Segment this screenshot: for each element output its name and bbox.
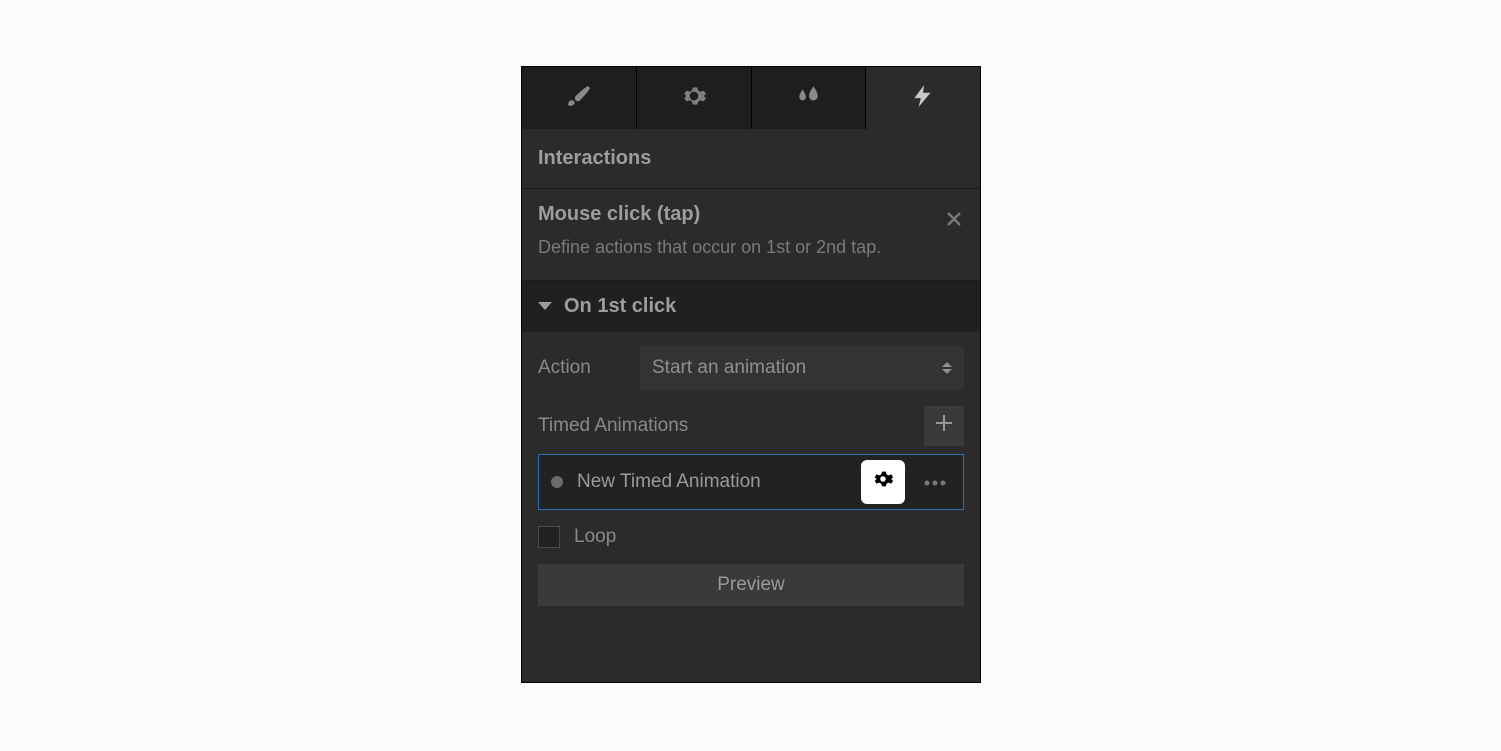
loop-row: Loop [538, 526, 964, 548]
tab-interactions[interactable] [866, 67, 980, 129]
animation-more-button[interactable] [919, 466, 951, 498]
loop-label: Loop [574, 526, 616, 548]
add-animation-button[interactable] [924, 406, 964, 446]
action-label: Action [538, 357, 640, 379]
preview-button[interactable]: Preview [538, 564, 964, 606]
section-title: Interactions [522, 129, 980, 189]
animation-status-dot [551, 476, 563, 488]
close-icon [946, 211, 962, 232]
animation-item[interactable]: New Timed Animation [538, 454, 964, 510]
action-select-value: Start an animation [652, 357, 806, 379]
trigger-block: Mouse click (tap) Define actions that oc… [522, 189, 980, 281]
brush-icon [566, 83, 592, 114]
animation-name: New Timed Animation [577, 471, 847, 493]
timed-animations-row: Timed Animations [538, 406, 964, 446]
animation-settings-button[interactable] [861, 460, 905, 504]
gear-icon [681, 83, 707, 114]
collapse-label: On 1st click [564, 295, 676, 318]
gear-icon [872, 468, 894, 495]
more-icon [924, 473, 946, 491]
plus-icon [935, 414, 953, 437]
lightning-icon [910, 83, 936, 114]
tab-style[interactable] [522, 67, 637, 129]
action-row: Action Start an animation [538, 346, 964, 390]
preview-button-label: Preview [717, 574, 785, 596]
on-first-click-body: Action Start an animation Timed Animatio… [522, 332, 980, 622]
panel-tabs [522, 67, 980, 129]
interactions-panel: Interactions Mouse click (tap) Define ac… [521, 66, 981, 683]
trigger-title: Mouse click (tap) [538, 203, 964, 226]
drops-icon [795, 83, 821, 114]
tab-settings[interactable] [637, 67, 752, 129]
trigger-remove-button[interactable] [940, 207, 968, 235]
timed-animations-label: Timed Animations [538, 415, 688, 437]
tab-effects[interactable] [752, 67, 867, 129]
action-select[interactable]: Start an animation [640, 346, 964, 390]
caret-down-icon [538, 302, 552, 310]
select-chevron-icon [942, 362, 952, 374]
trigger-description: Define actions that occur on 1st or 2nd … [538, 234, 964, 262]
on-first-click-header[interactable]: On 1st click [522, 281, 980, 332]
loop-checkbox[interactable] [538, 526, 560, 548]
